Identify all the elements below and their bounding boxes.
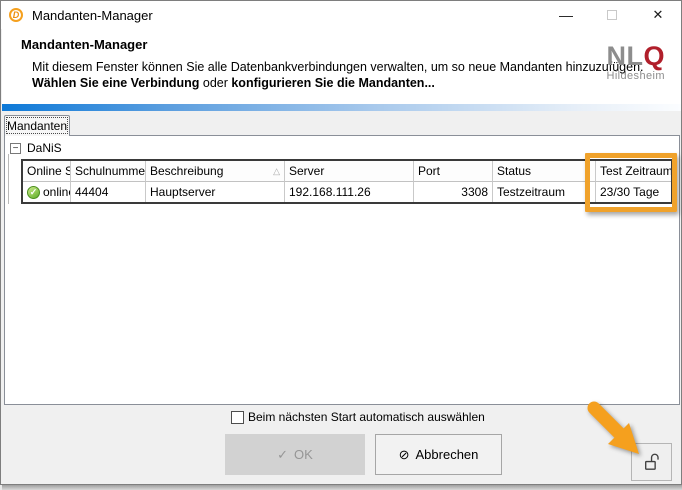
cell-status: Testzeitraum	[493, 182, 596, 202]
tab-mandanten[interactable]: Mandanten	[4, 115, 70, 136]
logo-text-nl: NL	[606, 41, 643, 71]
close-button[interactable]: ✕	[635, 1, 681, 29]
logo-text-q: Q	[643, 41, 665, 71]
table-header-row: Online St Schulnummer Beschreibung △ Ser…	[23, 161, 671, 182]
open-padlock-icon	[643, 452, 661, 472]
description-line1: Mit diesem Fenster können Sie alle Daten…	[32, 60, 644, 74]
autoselect-checkbox-label: Beim nächsten Start automatisch auswähle…	[248, 410, 485, 424]
maximize-icon	[607, 10, 617, 20]
cell-beschreibung: Hauptserver	[146, 182, 285, 202]
test-zeitraum-highlight-box	[585, 153, 677, 212]
description-bold1: Wählen Sie eine Verbindung	[32, 76, 199, 90]
titlebar: D Mandanten-Manager — ✕	[1, 1, 681, 29]
page-title: Mandanten-Manager	[21, 37, 147, 52]
ok-button[interactable]: ✓OK	[225, 434, 365, 475]
online-status-icon: ✓	[27, 186, 40, 199]
autoselect-option: Beim nächsten Start automatisch auswähle…	[231, 410, 485, 424]
description-connector: oder	[199, 76, 231, 90]
connections-table: Online St Schulnummer Beschreibung △ Ser…	[21, 159, 673, 204]
column-header-port[interactable]: Port	[414, 161, 493, 182]
close-icon: ✕	[653, 7, 664, 23]
cancel-button[interactable]: ⊘Abbrechen	[375, 434, 502, 475]
table-row[interactable]: ✓ online 44404 Hauptserver 192.168.111.2…	[23, 182, 671, 202]
group-danis: − DaNiS	[10, 141, 62, 155]
sort-ascending-icon: △	[273, 166, 280, 177]
cancel-icon: ⊘	[399, 447, 410, 462]
column-header-online-status[interactable]: Online St	[23, 161, 71, 182]
description-bold2: konfigurieren Sie die Mandanten...	[231, 76, 435, 90]
tree-indent-line	[8, 154, 9, 204]
connections-panel: − DaNiS Online St Schulnummer Beschreibu…	[4, 135, 680, 405]
cell-online-status: ✓ online	[23, 182, 71, 202]
unlock-button[interactable]	[631, 443, 672, 481]
window-drop-shadow	[2, 485, 682, 490]
minimize-icon: —	[559, 7, 573, 23]
logo-subtitle: Hildesheim	[606, 71, 665, 82]
app-icon: D	[9, 7, 25, 23]
header-description: Mit diesem Fenster können Sie alle Daten…	[32, 59, 644, 91]
header-gradient-divider	[2, 104, 681, 111]
header: Mandanten-Manager Mit diesem Fenster kön…	[2, 29, 681, 104]
minimize-button[interactable]: —	[543, 1, 589, 29]
maximize-button[interactable]	[589, 1, 635, 29]
mandanten-manager-window: D Mandanten-Manager — ✕ Mandanten-Manage…	[0, 0, 682, 485]
nlq-logo: NLQ Hildesheim	[606, 43, 665, 82]
column-header-server[interactable]: Server	[285, 161, 414, 182]
window-controls: — ✕	[543, 1, 681, 29]
group-label: DaNiS	[27, 141, 62, 155]
cell-schulnummer: 44404	[71, 182, 146, 202]
ok-check-icon: ✓	[277, 447, 288, 462]
window-title: Mandanten-Manager	[32, 8, 153, 23]
column-header-beschreibung[interactable]: Beschreibung △	[146, 161, 285, 182]
autoselect-checkbox[interactable]	[231, 411, 244, 424]
cell-port: 3308	[414, 182, 493, 202]
cell-server: 192.168.111.26	[285, 182, 414, 202]
collapse-icon[interactable]: −	[10, 143, 21, 154]
column-header-schulnummer[interactable]: Schulnummer	[71, 161, 146, 182]
column-header-status[interactable]: Status	[493, 161, 596, 182]
